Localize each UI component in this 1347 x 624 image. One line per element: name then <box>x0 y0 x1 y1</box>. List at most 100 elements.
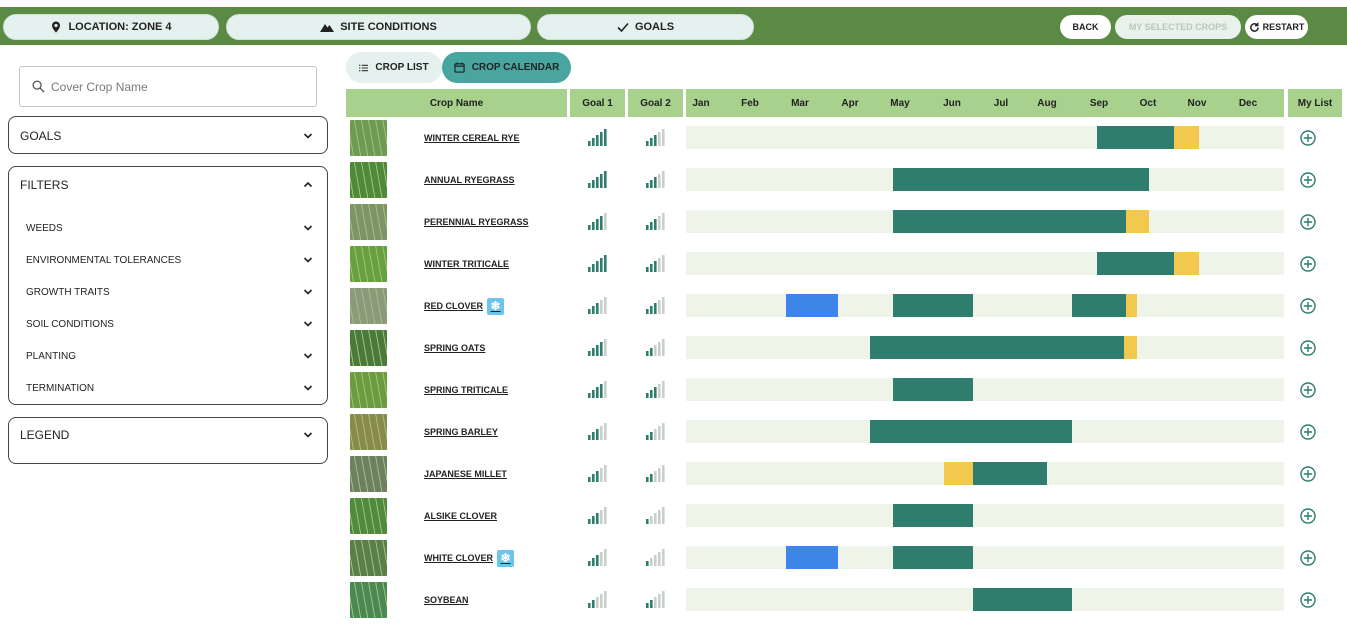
goal-2-signal-bar <box>650 390 653 398</box>
filters-panel-header[interactable]: FILTERS <box>9 167 327 203</box>
goal-1-signal-bar <box>588 351 591 356</box>
crop-name-link[interactable]: RED CLOVER ❄ <box>424 285 505 327</box>
goals-button[interactable]: GOALS <box>537 14 754 40</box>
site-conditions-button[interactable]: SITE CONDITIONS <box>226 14 531 40</box>
crop-name-link[interactable]: SPRING BARLEY <box>424 411 498 453</box>
goal-1-signal-icon <box>588 129 607 146</box>
restart-button[interactable]: RESTART <box>1245 15 1308 39</box>
add-to-my-list-button[interactable] <box>1299 129 1317 147</box>
month-header-dec: Dec <box>1238 97 1258 109</box>
calendar-track <box>686 462 1284 485</box>
goal-1-signal-bar <box>604 171 607 188</box>
goal-2-signal-bar <box>646 393 649 398</box>
goal-1-signal-bar <box>600 552 603 566</box>
location-label: LOCATION: ZONE 4 <box>68 21 172 33</box>
goal-2-signal-bar <box>646 225 649 230</box>
crop-row: WINTER CEREAL RYE <box>346 117 1340 159</box>
goal-2-signal-bar <box>650 138 653 146</box>
filter-growth-traits[interactable]: GROWTH TRAITS <box>9 276 327 308</box>
plus-circle-icon <box>1300 256 1316 272</box>
tab-crop-list[interactable]: CROP LIST <box>346 52 442 83</box>
goal-1-signal-bar <box>588 183 591 188</box>
goals-panel[interactable]: GOALS <box>8 116 328 154</box>
location-button[interactable]: LOCATION: ZONE 4 <box>3 14 219 40</box>
plus-circle-icon <box>1300 550 1316 566</box>
filter-environmental-tolerances[interactable]: ENVIRONMENTAL TOLERANCES <box>9 244 327 276</box>
filter-termination[interactable]: TERMINATION <box>9 372 327 404</box>
month-header-oct: Oct <box>1139 97 1157 109</box>
chevron-down-icon <box>303 289 313 295</box>
crop-name-link[interactable]: PERENNIAL RYEGRASS <box>424 201 529 243</box>
goal-1-signal-bar <box>592 138 595 146</box>
crop-name-link[interactable]: WINTER TRITICALE <box>424 243 509 285</box>
calendar-segment-growing <box>870 336 1124 359</box>
add-to-my-list-button[interactable] <box>1299 591 1317 609</box>
tab-crop-calendar[interactable]: CROP CALENDAR <box>442 52 571 83</box>
goal-1-signal-icon <box>588 255 607 272</box>
plus-circle-icon <box>1300 382 1316 398</box>
calendar-segment-growing <box>972 588 1073 611</box>
crop-name-link[interactable]: SPRING OATS <box>424 327 485 369</box>
add-to-my-list-button[interactable] <box>1299 297 1317 315</box>
crop-name-link[interactable]: SPRING TRITICALE <box>424 369 508 411</box>
add-to-my-list-button[interactable] <box>1299 507 1317 525</box>
goal-2-signal-bar <box>662 129 665 146</box>
goal-2-signal-bar <box>662 549 665 566</box>
legend-panel[interactable]: LEGEND <box>8 417 328 464</box>
calendar-segment-reliable-establishment <box>1125 210 1150 233</box>
goal-2-rating <box>645 213 667 231</box>
goal-2-rating <box>645 423 667 441</box>
filter-soil-conditions[interactable]: SOIL CONDITIONS <box>9 308 327 340</box>
add-to-my-list-button[interactable] <box>1299 381 1317 399</box>
crop-name-link[interactable]: ALSIKE CLOVER <box>424 495 497 537</box>
calendar-segment-growing <box>892 294 973 317</box>
calendar-segment-growing <box>1097 252 1175 275</box>
my-selected-crops-button[interactable]: MY SELECTED CROPS <box>1115 15 1241 39</box>
goal-1-signal-icon <box>588 171 607 188</box>
add-to-my-list-button[interactable] <box>1299 255 1317 273</box>
filter-weeds[interactable]: WEEDS <box>9 212 327 244</box>
crop-name-link[interactable]: WINTER CEREAL RYE <box>424 117 520 159</box>
chevron-down-icon <box>303 385 313 391</box>
goal-2-rating <box>645 171 667 189</box>
add-to-my-list-button[interactable] <box>1299 549 1317 567</box>
month-header-apr: Apr <box>841 97 859 109</box>
add-to-my-list-button[interactable] <box>1299 465 1317 483</box>
goal-2-signal-bar <box>646 435 649 440</box>
goal-1-signal-bar <box>600 342 603 356</box>
crop-name-link[interactable]: JAPANESE MILLET <box>424 453 507 495</box>
filters-panel: FILTERS WEEDS ENVIRONMENTAL TOLERANCES G… <box>8 166 328 405</box>
calendar-segment-reliable-establishment <box>1174 252 1200 275</box>
month-header-may: May <box>890 97 910 109</box>
add-to-my-list-button[interactable] <box>1299 423 1317 441</box>
goal-2-signal-bar <box>662 591 665 608</box>
goal-1-rating <box>587 255 609 273</box>
goal-2-signal-icon <box>646 213 665 230</box>
goal-2-signal-bar <box>658 300 661 314</box>
column-header-label: My List <box>1297 97 1333 109</box>
calendar-segment-growing <box>892 504 973 527</box>
filter-planting[interactable]: PLANTING <box>9 340 327 372</box>
add-to-my-list-button[interactable] <box>1299 339 1317 357</box>
goal-1-signal-bar <box>596 345 599 356</box>
goal-2-signal-bar <box>662 465 665 482</box>
calendar-icon <box>454 62 465 73</box>
back-button[interactable]: BACK <box>1060 15 1111 39</box>
goal-2-signal-icon <box>646 297 665 314</box>
crop-name-link[interactable]: WHITE CLOVER ❄ <box>424 537 514 579</box>
add-to-my-list-button[interactable] <box>1299 213 1317 231</box>
crop-thumbnail <box>350 414 387 450</box>
goal-2-signal-bar <box>658 552 661 566</box>
add-to-my-list-button[interactable] <box>1299 171 1317 189</box>
crop-name-link[interactable]: ANNUAL RYEGRASS <box>424 159 515 201</box>
crop-name-link[interactable]: SOYBEAN <box>424 579 469 621</box>
goal-1-signal-bar <box>604 423 607 440</box>
calendar-segment-growing <box>1097 126 1175 149</box>
calendar-segment-reliable-establishment <box>944 462 973 485</box>
cover-crop-search-input[interactable] <box>51 79 291 94</box>
goal-2-signal-bar <box>646 351 649 356</box>
goal-1-rating <box>587 339 609 357</box>
goal-2-signal-bar <box>650 558 653 566</box>
goal-1-signal-bar <box>592 180 595 188</box>
calendar-track <box>686 420 1284 443</box>
